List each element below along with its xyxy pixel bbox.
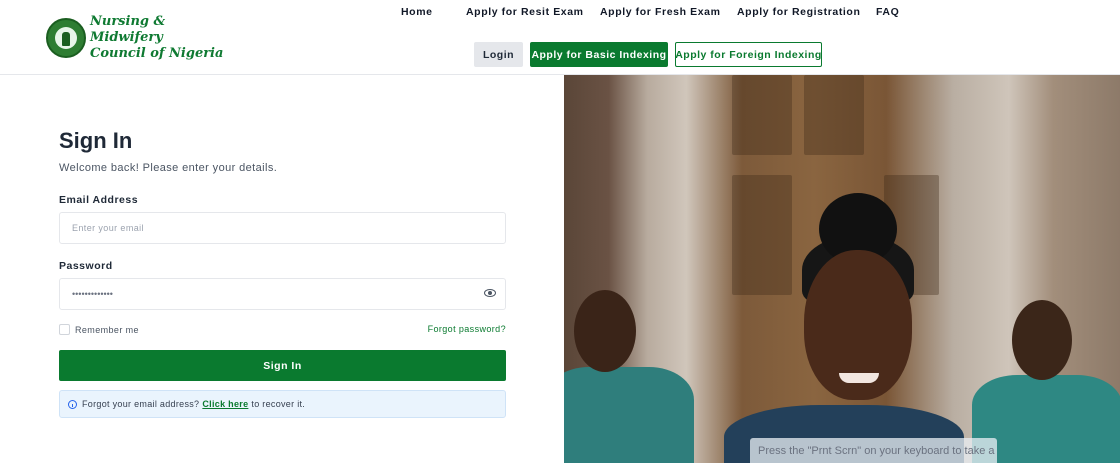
nurses-photo: Press the "Prnt Scrn" on your keyboard t…	[564, 75, 1120, 463]
door-panel	[804, 75, 864, 155]
background-nurse-left	[564, 367, 694, 463]
nav-resit-exam[interactable]: Apply for Resit Exam	[466, 6, 584, 18]
nav-registration[interactable]: Apply for Registration	[737, 6, 860, 18]
page-title: Sign In	[59, 128, 133, 153]
foreign-indexing-button[interactable]: Apply for Foreign Indexing	[675, 42, 822, 67]
login-button[interactable]: Login	[474, 42, 523, 67]
info-icon	[68, 399, 77, 409]
sign-in-form: Sign In Welcome back! Please enter your …	[59, 128, 506, 418]
background-nurse-left-head	[574, 290, 636, 372]
screenshot-tooltip: Press the "Prnt Scrn" on your keyboard t…	[750, 438, 997, 463]
email-label: Email Address	[59, 194, 139, 206]
email-placeholder: Enter your email	[72, 223, 144, 233]
forgot-password-link[interactable]: Forgot password?	[428, 324, 506, 334]
nmcn-seal-icon	[46, 18, 86, 58]
recover-email-notice: Forgot your email address? Click here to…	[59, 390, 506, 418]
eye-icon[interactable]	[484, 289, 496, 297]
nav-fresh-exam[interactable]: Apply for Fresh Exam	[600, 6, 721, 18]
door-panel	[732, 175, 792, 295]
email-field[interactable]: Enter your email	[59, 212, 506, 244]
recover-suffix: to recover it.	[251, 399, 306, 409]
password-field[interactable]: •••••••••••••	[59, 278, 506, 310]
password-label: Password	[59, 260, 113, 272]
basic-indexing-button[interactable]: Apply for Basic Indexing	[530, 42, 668, 67]
background-nurse-right-head	[1012, 300, 1072, 380]
page-subtitle: Welcome back! Please enter your details.	[59, 162, 278, 174]
brand-line-3: Council of Nigeria	[90, 46, 224, 61]
nav-faq[interactable]: FAQ	[876, 6, 899, 18]
recover-link[interactable]: Click here	[202, 399, 248, 409]
brand-name: Nursing & Midwifery Council of Nigeria	[90, 14, 223, 62]
nav-home[interactable]: Home	[401, 6, 433, 18]
site-header: Nursing & Midwifery Council of Nigeria H…	[0, 0, 1120, 75]
brand-line-2: Midwifery	[90, 30, 163, 45]
top-nav: Home Apply for Resit Exam Apply for Fres…	[0, 6, 1120, 18]
brand-logo[interactable]: Nursing & Midwifery Council of Nigeria	[46, 14, 223, 62]
door-panel	[732, 75, 792, 155]
nurse-smile	[839, 373, 879, 383]
recover-prefix: Forgot your email address?	[82, 399, 200, 409]
password-value: •••••••••••••	[72, 289, 113, 299]
remember-label: Remember me	[75, 324, 139, 335]
sign-in-button[interactable]: Sign In	[59, 350, 506, 381]
remember-me[interactable]: Remember me	[59, 324, 139, 335]
remember-checkbox[interactable]	[59, 324, 70, 335]
